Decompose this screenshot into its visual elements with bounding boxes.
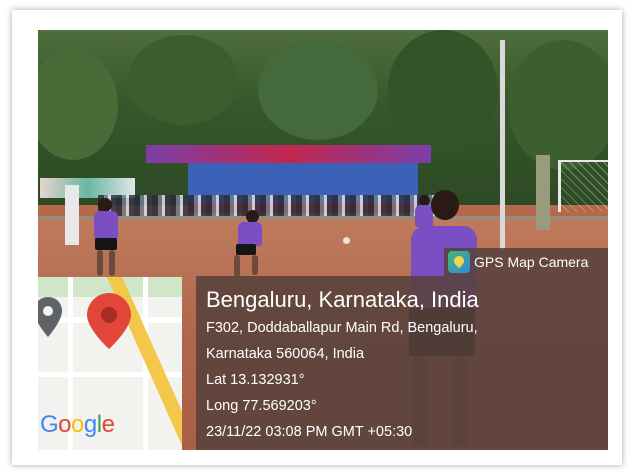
light-pole [500,40,505,250]
location-title: Bengaluru, Karnataka, India [206,287,479,312]
location-info-panel: Bengaluru, Karnataka, India F302, Doddab… [196,276,608,450]
player [228,210,278,280]
camera-label: GPS Map Camera [474,254,589,270]
google-logo-letter: e [101,411,115,438]
google-logo-letter: o [71,411,84,438]
latitude: Lat 13.132931° [206,372,305,388]
address-line-1: F302, Doddaballapur Main Rd, Bengaluru, [206,320,478,336]
tent-canopy [146,145,431,163]
player [88,198,128,278]
volleyball-net [558,160,608,212]
datetime-stamp: 23/11/22 03:08 PM GMT +05:30 [206,424,413,440]
google-logo: Google [40,411,115,439]
google-logo-letter: g [83,411,97,438]
address-line-2: Karnataka 560064, India [206,346,365,362]
gps-camera-badge: GPS Map Camera [444,248,608,276]
location-pin-icon [87,293,131,349]
location-map-thumbnail: Google [38,277,182,450]
longitude: Long 77.569203° [206,398,317,414]
standing-person [65,185,79,245]
gps-map-camera-icon [448,251,470,273]
ball [343,237,350,244]
google-logo-letter: G [40,411,59,438]
map-pin-icon [38,297,62,337]
standing-person [536,155,550,230]
google-logo-letter: o [58,411,72,438]
